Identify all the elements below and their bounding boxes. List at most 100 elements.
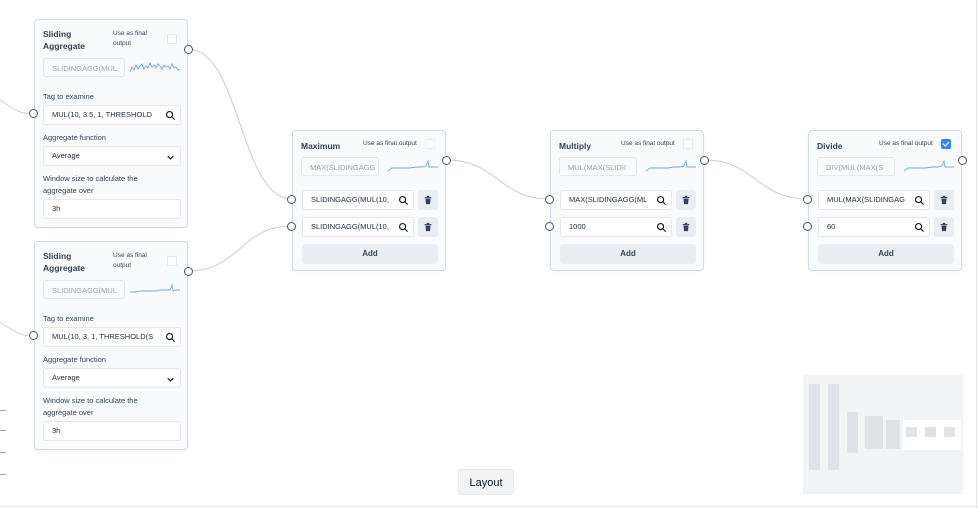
final-output-checkbox[interactable] (941, 139, 951, 149)
operand-input-1[interactable]: MAX(SLIDINGAGG(ML (560, 190, 672, 210)
operand-input-1[interactable]: MUL(MAX(SLIDINGAG (818, 190, 930, 210)
minimap-node (828, 384, 839, 470)
window-size-input[interactable]: 3h (43, 199, 181, 219)
multiply-input-handle-1[interactable] (545, 195, 554, 204)
sliding-aggregate-node-2[interactable]: Sliding Aggregate Use as final output SL… (34, 241, 188, 450)
search-icon[interactable] (914, 222, 925, 233)
multiply-input-handle-2[interactable] (545, 222, 554, 231)
operand-value-1: MAX(SLIDINGAGG(ML (569, 195, 648, 204)
search-icon[interactable] (656, 195, 667, 206)
aggregate-function-label: Aggregate function (43, 133, 106, 142)
search-icon[interactable] (398, 195, 409, 206)
delete-operand-button-2[interactable] (418, 217, 438, 237)
sliding1-input-handle[interactable] (29, 109, 38, 118)
sliding-aggregate-node-1[interactable]: Sliding Aggregate Use as final output SL… (34, 19, 188, 228)
maximum-input-handle-2[interactable] (287, 222, 296, 231)
sparkline-chart (130, 61, 180, 73)
window-size-input[interactable]: 3h (43, 421, 181, 441)
search-icon[interactable] (398, 222, 409, 233)
search-icon[interactable] (165, 110, 176, 121)
final-output-label-line-1: Use as final (113, 252, 147, 259)
minimap-node (906, 427, 917, 437)
maximum-node[interactable]: Maximum Use as final output MAX(SLIDINGA… (292, 130, 446, 271)
sparkline-chart (130, 283, 180, 293)
aggregate-function-select[interactable]: Average (43, 146, 181, 166)
search-icon[interactable] (165, 332, 176, 343)
delete-operand-button-1[interactable] (934, 190, 954, 210)
search-icon[interactable] (914, 195, 925, 206)
divide-input-handle-1[interactable] (803, 195, 812, 204)
window-size-value: 3h (52, 204, 61, 213)
formula-preview: DIV(MUL(MAX(S (817, 157, 895, 176)
final-output-label-line-2: output (113, 40, 132, 47)
search-icon[interactable] (656, 222, 667, 233)
flow-canvas[interactable]: Sliding Aggregate Use as final output SL… (0, 0, 978, 509)
maximum-input-handle-1[interactable] (287, 195, 296, 204)
aggregate-function-value: Average (52, 151, 80, 160)
formula-preview: SLIDINGAGG(MUL (43, 280, 125, 299)
edge-sliding2-to-maximum (187, 225, 293, 272)
add-operand-button[interactable]: Add (302, 244, 438, 264)
tag-to-examine-input[interactable]: MUL(10, 3, 1, THRESHOLD(S (43, 327, 181, 347)
divide-output-handle[interactable] (958, 156, 967, 165)
operand-input-2[interactable]: 1000 (560, 217, 672, 237)
window-size-label-line-1: Window size to calculate the (43, 396, 138, 405)
maximum-output-handle[interactable] (442, 156, 451, 165)
operand-value-2: SLIDINGAGG(MUL(10, (311, 222, 389, 231)
node-title: Divide (817, 141, 843, 151)
sliding2-output-handle[interactable] (184, 267, 193, 276)
trash-icon (940, 222, 948, 232)
operand-value-2: 1000 (569, 222, 586, 231)
operand-value-1: MUL(MAX(SLIDINGAG (827, 195, 905, 204)
divide-node[interactable]: Divide Use as final output DIV(MUL(MAX(S… (808, 130, 962, 271)
final-output-checkbox[interactable] (425, 139, 435, 149)
multiply-node[interactable]: Multiply Use as final output MUL(MAX(SLI… (550, 130, 704, 271)
minimap-node (925, 427, 936, 437)
node-title-line-2: Aggregate (43, 263, 86, 273)
final-output-label: Use as final output (621, 140, 675, 147)
trash-icon (424, 195, 432, 205)
sparkline-chart (388, 159, 438, 172)
minimap-node (886, 420, 900, 449)
chevron-down-icon (167, 155, 174, 160)
operand-input-2[interactable]: 60 (818, 217, 930, 237)
edge-maximum-to-multiply (445, 159, 551, 200)
divide-input-handle-2[interactable] (803, 222, 812, 231)
delete-operand-button-1[interactable] (418, 190, 438, 210)
final-output-label: Use as final output (363, 140, 417, 147)
window-size-value: 3h (52, 426, 61, 435)
add-operand-button[interactable]: Add (560, 244, 696, 264)
trash-icon (682, 222, 690, 232)
formula-preview: MAX(SLIDINGAGG (301, 157, 379, 176)
operand-input-2[interactable]: SLIDINGAGG(MUL(10, (302, 217, 414, 237)
edge-multiply-to-divide (703, 159, 809, 200)
minimap-node (847, 412, 858, 453)
add-operand-button[interactable]: Add (818, 244, 954, 264)
edge-sliding1-to-maximum (187, 48, 293, 200)
tag-to-examine-value: MUL(10, 3, 1, THRESHOLD(S (52, 332, 154, 341)
formula-preview: MUL(MAX(SLIDII (559, 157, 637, 176)
trash-icon (682, 195, 690, 205)
tag-to-examine-label: Tag to examine (43, 314, 94, 323)
delete-operand-button-1[interactable] (676, 190, 696, 210)
operand-input-1[interactable]: SLIDINGAGG(MUL(10, (302, 190, 414, 210)
sparkline-chart (646, 159, 696, 172)
minimap[interactable] (803, 375, 963, 494)
delete-operand-button-2[interactable] (676, 217, 696, 237)
minimap-node (944, 427, 955, 437)
delete-operand-button-2[interactable] (934, 217, 954, 237)
chevron-down-icon (167, 377, 174, 382)
final-output-checkbox[interactable] (167, 256, 177, 266)
aggregate-function-select[interactable]: Average (43, 368, 181, 388)
tag-to-examine-input[interactable]: MUL(10, 3.5, 1, THRESHOLD (43, 105, 181, 125)
sliding2-input-handle[interactable] (29, 331, 38, 340)
minimap-node (865, 416, 883, 449)
node-title-line-1: Sliding (43, 29, 72, 39)
sliding1-output-handle[interactable] (184, 45, 193, 54)
multiply-output-handle[interactable] (700, 156, 709, 165)
final-output-checkbox[interactable] (683, 139, 693, 149)
layout-button[interactable]: Layout (458, 469, 514, 495)
node-title: Maximum (301, 141, 341, 151)
tag-to-examine-value: MUL(10, 3.5, 1, THRESHOLD (52, 110, 152, 119)
final-output-checkbox[interactable] (167, 34, 177, 44)
